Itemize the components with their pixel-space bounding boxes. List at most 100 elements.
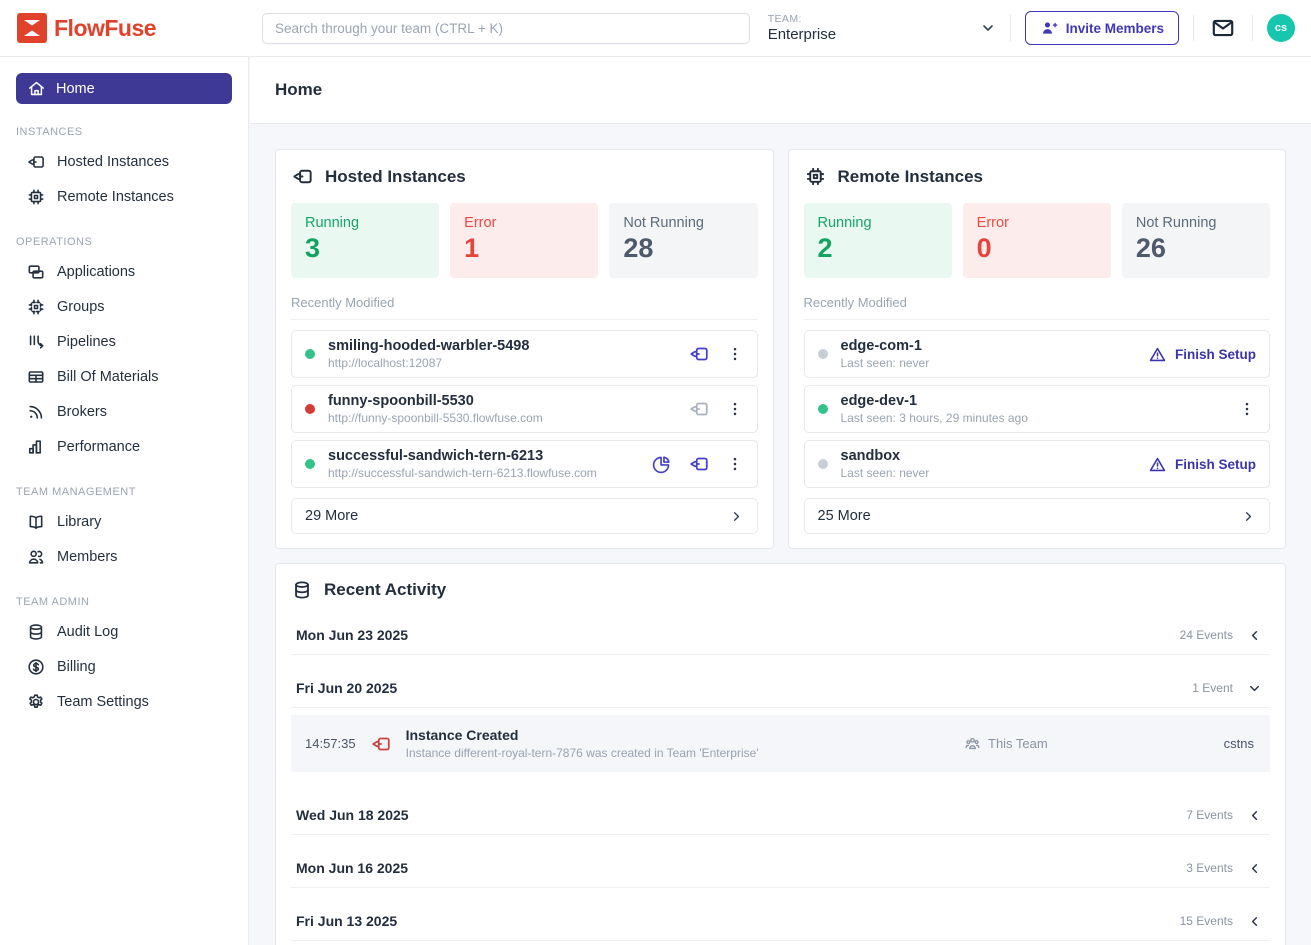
device-last-seen: Last seen: never <box>841 356 930 370</box>
status-dot-running <box>305 349 315 359</box>
team-name: Enterprise <box>768 26 836 43</box>
hosted-instance-row[interactable]: funny-spoonbill-5530 http://funny-spoonb… <box>291 385 758 433</box>
open-editor-icon[interactable] <box>688 398 710 420</box>
kebab-menu-icon[interactable] <box>726 455 744 473</box>
kebab-menu-icon[interactable] <box>726 400 744 418</box>
home-icon <box>27 79 46 98</box>
sidebar-item-billing[interactable]: Billing <box>16 649 232 684</box>
activity-event-row[interactable]: 14:57:35 Instance Created Instance diffe… <box>291 715 1270 772</box>
remote-not-running-stat[interactable]: Not Running 26 <box>1122 203 1270 278</box>
sidebar-section-operations: OPERATIONS <box>16 236 232 248</box>
instance-url: http://funny-spoonbill-5530.flowfuse.com <box>328 411 543 425</box>
hosted-more-link[interactable]: 29 More <box>291 498 758 534</box>
instance-url: http://localhost:12087 <box>328 356 529 370</box>
warning-triangle-icon <box>1148 345 1167 364</box>
sidebar-item-groups[interactable]: Groups <box>16 289 232 324</box>
remote-more-link[interactable]: 25 More <box>804 498 1271 534</box>
activity-group-header[interactable]: Mon Jun 16 2025 3 Events <box>291 849 1270 888</box>
stat-value: 0 <box>977 233 1097 264</box>
remote-instance-row[interactable]: edge-dev-1 Last seen: 3 hours, 29 minute… <box>804 385 1271 433</box>
open-editor-icon[interactable] <box>688 343 710 365</box>
sidebar-item-pipelines[interactable]: Pipelines <box>16 324 232 359</box>
sidebar-item-label: Members <box>57 549 117 565</box>
activity-group-header[interactable]: Fri Jun 13 2025 15 Events <box>291 902 1270 941</box>
page-title: Home <box>275 80 1286 100</box>
remote-instance-row[interactable]: edge-com-1 Last seen: never Finish Setup <box>804 330 1271 378</box>
event-time: 14:57:35 <box>305 736 356 751</box>
chevron-down-icon[interactable] <box>1247 681 1262 696</box>
sidebar-item-label: Library <box>57 514 101 530</box>
sidebar-item-label: Applications <box>57 264 135 280</box>
more-label: 29 More <box>305 508 358 524</box>
invite-members-button[interactable]: Invite Members <box>1025 11 1179 45</box>
activity-group-header[interactable]: Mon Jun 23 2025 24 Events <box>291 616 1270 655</box>
sidebar-item-performance[interactable]: Performance <box>16 429 232 464</box>
dashboard-pie-icon[interactable] <box>651 454 672 475</box>
brokers-icon <box>26 402 46 422</box>
page-title-bar: Home <box>250 57 1311 124</box>
event-user: cstns <box>1194 736 1254 751</box>
kebab-menu-icon[interactable] <box>1238 400 1256 418</box>
chevron-left-icon[interactable] <box>1247 808 1262 823</box>
finish-setup-label: Finish Setup <box>1175 347 1256 362</box>
sidebar-section-instances: INSTANCES <box>16 126 232 138</box>
sidebar-item-members[interactable]: Members <box>16 539 232 574</box>
flowfuse-logo[interactable]: FlowFuse <box>0 13 249 43</box>
card-title: Recent Activity <box>324 580 446 600</box>
sidebar-item-label: Performance <box>57 439 140 455</box>
sidebar-item-brokers[interactable]: Brokers <box>16 394 232 429</box>
user-avatar[interactable]: cs <box>1267 14 1295 42</box>
stat-value: 3 <box>305 233 425 264</box>
hosted-error-stat[interactable]: Error 1 <box>450 203 598 278</box>
search-input[interactable] <box>262 13 750 44</box>
sidebar-item-label: Pipelines <box>57 334 116 350</box>
hosted-instance-row[interactable]: smiling-hooded-warbler-5498 http://local… <box>291 330 758 378</box>
sidebar-item-home[interactable]: Home <box>16 73 232 104</box>
chevron-left-icon[interactable] <box>1247 861 1262 876</box>
sidebar-item-bill-of-materials[interactable]: Bill Of Materials <box>16 359 232 394</box>
sidebar-item-label: Bill Of Materials <box>57 369 159 385</box>
finish-setup-button[interactable]: Finish Setup <box>1148 455 1256 474</box>
sidebar-item-applications[interactable]: Applications <box>16 254 232 289</box>
device-name: sandbox <box>841 448 930 464</box>
notifications-mail-icon[interactable] <box>1208 13 1238 43</box>
kebab-menu-icon[interactable] <box>726 345 744 363</box>
activity-group-header[interactable]: Wed Jun 18 2025 7 Events <box>291 796 1270 835</box>
activity-group-header[interactable]: Fri Jun 20 2025 1 Event <box>291 669 1270 708</box>
billing-icon <box>26 657 46 677</box>
finish-setup-button[interactable]: Finish Setup <box>1148 345 1256 364</box>
team-settings-icon <box>26 692 46 712</box>
activity-date: Fri Jun 13 2025 <box>296 913 397 929</box>
chevron-right-icon <box>1241 509 1256 524</box>
team-label: TEAM: <box>768 13 836 25</box>
applications-icon <box>26 262 46 282</box>
remote-instance-row[interactable]: sandbox Last seen: never Finish Setup <box>804 440 1271 488</box>
chevron-left-icon[interactable] <box>1247 628 1262 643</box>
sidebar-item-remote-instances[interactable]: Remote Instances <box>16 179 232 214</box>
sidebar-item-library[interactable]: Library <box>16 504 232 539</box>
sidebar-item-label: Brokers <box>57 404 107 420</box>
activity-date: Mon Jun 16 2025 <box>296 860 408 876</box>
sidebar-section-team-management: TEAM MANAGEMENT <box>16 486 232 498</box>
performance-icon <box>26 437 46 457</box>
hosted-running-stat[interactable]: Running 3 <box>291 203 439 278</box>
activity-event-count: 7 Events <box>1186 808 1233 822</box>
sidebar-item-hosted-instances[interactable]: Hosted Instances <box>16 144 232 179</box>
sidebar-item-audit-log[interactable]: Audit Log <box>16 614 232 649</box>
remote-running-stat[interactable]: Running 2 <box>804 203 952 278</box>
hosted-instance-row[interactable]: successful-sandwich-tern-6213 http://suc… <box>291 440 758 488</box>
hosted-not-running-stat[interactable]: Not Running 28 <box>609 203 757 278</box>
stat-value: 26 <box>1136 233 1256 264</box>
stat-label: Running <box>305 215 425 231</box>
instance-url: http://successful-sandwich-tern-6213.flo… <box>328 466 597 480</box>
chevron-left-icon[interactable] <box>1247 914 1262 929</box>
team-selector[interactable]: TEAM: Enterprise <box>768 13 996 43</box>
header-divider <box>1193 15 1194 41</box>
sidebar-item-label: Home <box>56 81 95 97</box>
bill-of-materials-icon <box>26 367 46 387</box>
open-editor-icon[interactable] <box>688 453 710 475</box>
card-title: Remote Instances <box>838 167 984 187</box>
remote-error-stat[interactable]: Error 0 <box>963 203 1111 278</box>
sidebar-item-team-settings[interactable]: Team Settings <box>16 684 232 719</box>
flowfuse-logo-icon <box>17 13 47 43</box>
